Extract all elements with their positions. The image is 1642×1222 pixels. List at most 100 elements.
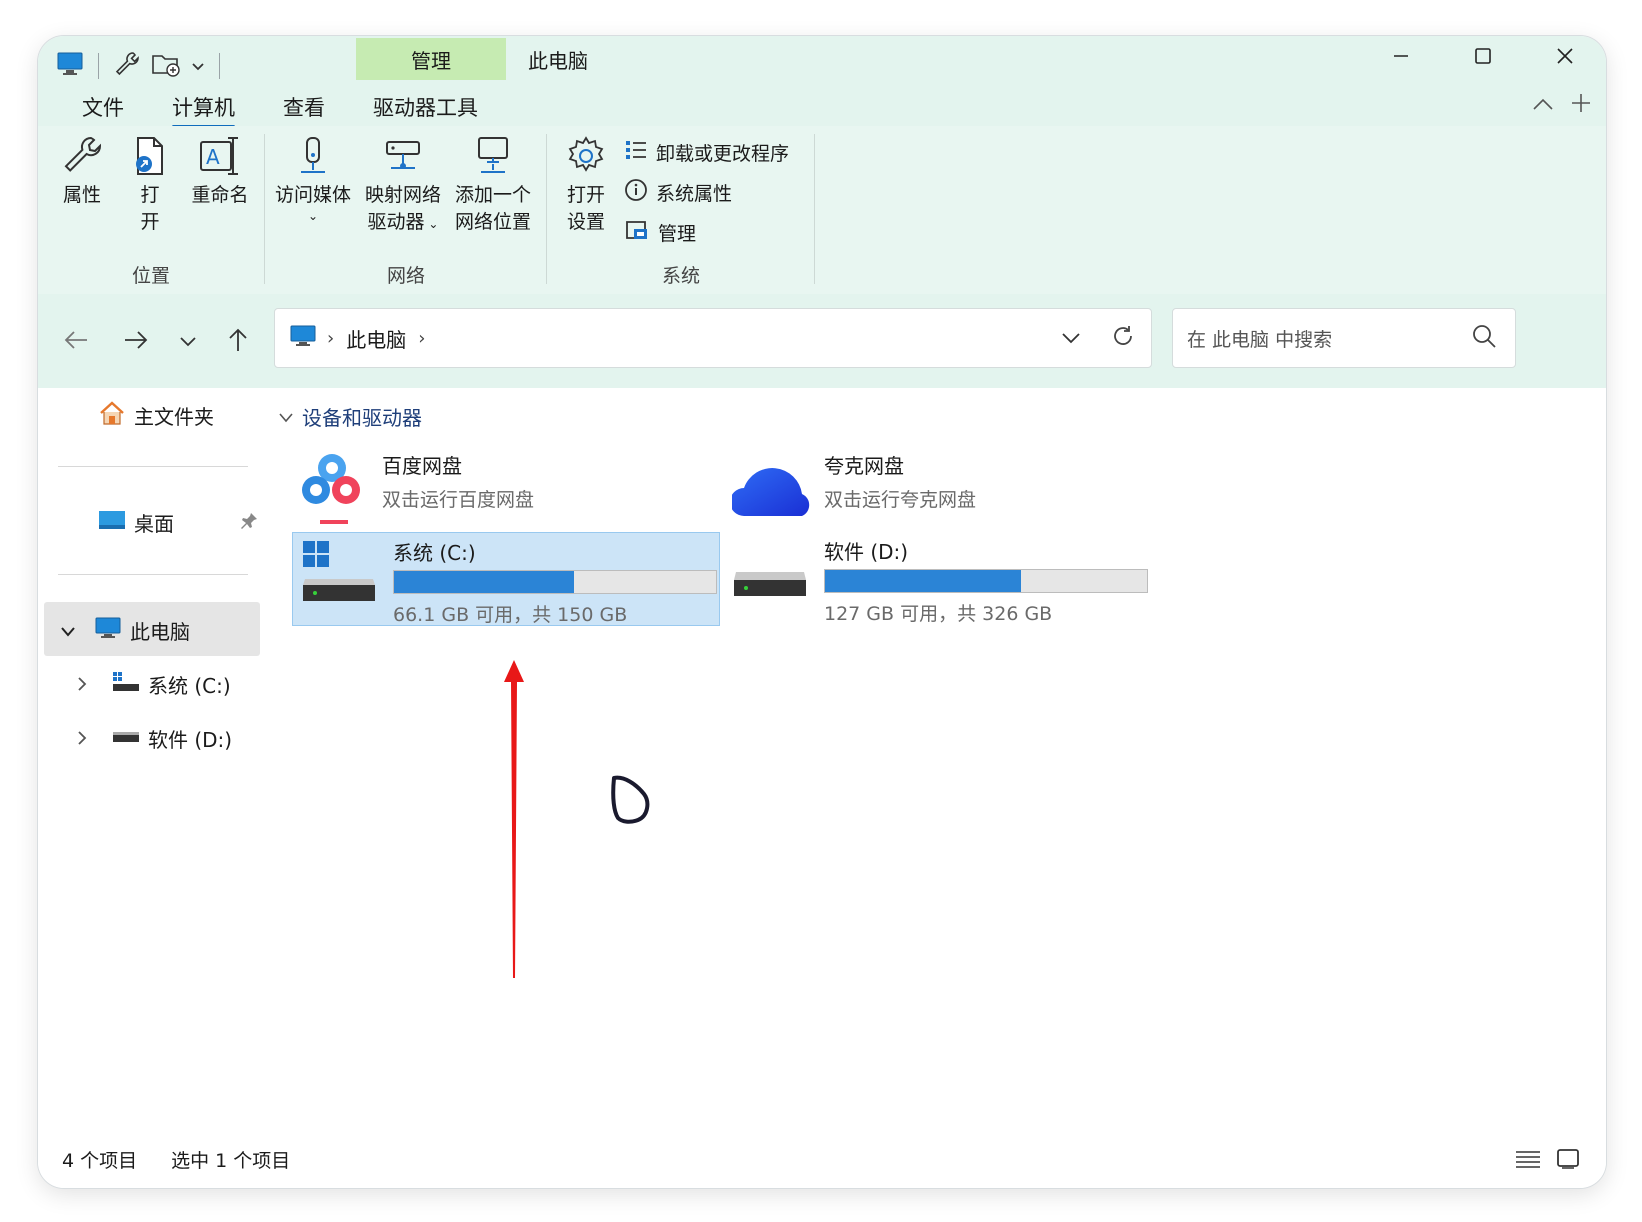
media-device-icon <box>270 134 356 178</box>
search-input[interactable]: 在 此电脑 中搜索 <box>1187 325 1471 352</box>
rename-button[interactable]: A 重命名 <box>184 134 256 209</box>
rename-icon: A <box>184 134 256 178</box>
this-pc-icon <box>94 616 122 645</box>
properties-button[interactable]: 属性 <box>52 134 112 209</box>
maximize-button[interactable] <box>1442 36 1524 76</box>
context-tab-manage[interactable]: 管理 <box>356 38 506 80</box>
address-history-chevron-icon[interactable] <box>1061 329 1081 348</box>
sidebar-item-this-pc[interactable]: 此电脑 <box>60 616 190 645</box>
title-and-ribbon-area: 管理 此电脑 文件 计算机 查看 驱动器工具 属性 打 开 A 重命名 位置 访… <box>38 36 1606 406</box>
section-header-devices[interactable]: 设备和驱动器 <box>278 402 422 431</box>
selection-count: 选中 1 个项目 <box>171 1150 291 1172</box>
ribbon-tab-controls <box>1532 92 1592 118</box>
manage-button[interactable]: 管理 <box>624 218 696 247</box>
drive-usage-bar <box>824 569 1148 593</box>
item-name: 软件 (D:) <box>824 540 909 564</box>
navigation-bar: › 此电脑 › 在 此电脑 中搜索 <box>38 294 1606 388</box>
info-icon <box>624 178 648 207</box>
this-pc-icon <box>289 324 317 352</box>
annotation-arrow-icon <box>500 660 528 982</box>
ribbon-divider <box>814 134 815 284</box>
windows-drive-icon <box>293 533 393 625</box>
item-description: 127 GB 可用，共 326 GB <box>824 603 1053 625</box>
tab-drive-tools[interactable]: 驱动器工具 <box>349 88 502 128</box>
item-name: 系统 (C:) <box>393 541 476 565</box>
uninstall-programs-button[interactable]: 卸载或更改程序 <box>624 138 789 167</box>
forward-button[interactable] <box>116 322 156 362</box>
tab-view[interactable]: 查看 <box>259 88 349 128</box>
up-button[interactable] <box>218 322 258 362</box>
wrench-icon <box>52 134 112 178</box>
search-box[interactable]: 在 此电脑 中搜索 <box>1172 308 1516 368</box>
arrow-left-icon <box>63 330 89 354</box>
tab-computer[interactable]: 计算机 <box>148 88 259 128</box>
minimize-button[interactable] <box>1360 36 1442 76</box>
mouse-cursor-icon <box>608 772 656 832</box>
window-controls <box>1360 36 1606 76</box>
chevron-down-icon[interactable] <box>60 619 76 643</box>
close-button[interactable] <box>1524 36 1606 76</box>
window-title: 此电脑 <box>528 49 588 73</box>
file-explorer-window: 管理 此电脑 文件 计算机 查看 驱动器工具 属性 打 开 A 重命名 位置 访… <box>38 36 1606 1188</box>
ribbon-group-location: 属性 打 开 A 重命名 位置 <box>38 126 264 294</box>
arrow-up-icon <box>228 327 248 357</box>
sidebar-item-drive-d[interactable]: 软件 (D:) <box>76 724 232 753</box>
sidebar-item-desktop[interactable]: 桌面 <box>98 508 258 537</box>
breadcrumb-this-pc[interactable]: 此电脑 <box>346 324 406 353</box>
tile-quark-netdisk[interactable]: 夸克网盘 双击运行夸克网盘 <box>730 450 1152 530</box>
open-button[interactable]: 打 开 <box>122 134 178 236</box>
drive-usage-fill <box>825 570 1022 592</box>
sidebar-item-home[interactable]: 主文件夹 <box>98 400 214 431</box>
access-media-button[interactable]: 访问媒体 ⌄ <box>270 134 356 223</box>
svg-text:A: A <box>206 145 220 169</box>
sidebar-item-drive-c[interactable]: 系统 (C:) <box>76 670 231 699</box>
collapse-ribbon-icon[interactable] <box>1532 96 1554 115</box>
chevron-right-icon[interactable] <box>76 727 88 751</box>
map-drive-icon <box>360 134 446 178</box>
item-description: 双击运行夸克网盘 <box>824 489 977 511</box>
ribbon: 属性 打 开 A 重命名 位置 访问媒体 ⌄ 映射网络 驱动器 ⌄ 添加一个 网… <box>38 126 1606 294</box>
desktop-folder-icon <box>98 509 126 536</box>
tile-baidu-netdisk[interactable]: 百度网盘 双击运行百度网盘 <box>296 450 716 530</box>
address-bar[interactable]: › 此电脑 › <box>274 308 1152 368</box>
ribbon-divider <box>264 134 265 284</box>
open-file-icon <box>122 134 178 178</box>
group-label-network: 网络 <box>386 265 425 287</box>
chevron-down-icon <box>278 405 294 429</box>
map-network-drive-button[interactable]: 映射网络 驱动器 ⌄ <box>360 134 446 238</box>
large-icons-view-icon[interactable] <box>1556 1148 1580 1174</box>
ribbon-divider <box>546 134 547 284</box>
item-name: 百度网盘 <box>382 454 462 478</box>
details-view-icon[interactable] <box>1514 1148 1542 1174</box>
drive-icon <box>732 532 824 624</box>
system-properties-button[interactable]: 系统属性 <box>624 178 732 207</box>
chevron-right-icon[interactable] <box>76 673 88 697</box>
tile-drive-c[interactable]: 系统 (C:) 66.1 GB 可用，共 150 GB <box>292 532 720 626</box>
chevron-down-icon <box>179 333 197 352</box>
windows-drive-icon <box>112 671 140 698</box>
ribbon-group-network: 访问媒体 ⌄ 映射网络 驱动器 ⌄ 添加一个 网络位置 网络 <box>266 126 546 294</box>
quark-netdisk-icon <box>730 450 824 530</box>
sidebar-divider <box>58 574 248 575</box>
recent-locations-button[interactable] <box>168 322 208 362</box>
new-folder-icon[interactable] <box>151 50 181 82</box>
qat-customize-chevron-icon[interactable] <box>191 57 205 76</box>
ribbon-group-system: 打开 设置 卸载或更改程序 系统属性 管理 系统 <box>548 126 814 294</box>
properties-icon[interactable] <box>113 50 141 82</box>
breadcrumb-separator-icon: › <box>327 327 335 349</box>
back-button[interactable] <box>56 322 96 362</box>
item-description: 双击运行百度网盘 <box>382 489 535 511</box>
open-settings-button[interactable]: 打开 设置 <box>556 134 616 236</box>
pin-icon[interactable] <box>240 511 258 535</box>
ribbon-tabs: 文件 计算机 查看 驱动器工具 <box>58 88 502 128</box>
add-network-location-button[interactable]: 添加一个 网络位置 <box>448 134 538 236</box>
refresh-icon[interactable] <box>1111 324 1135 352</box>
tile-drive-d[interactable]: 软件 (D:) 127 GB 可用，共 326 GB <box>732 532 1158 625</box>
breadcrumb-separator-icon[interactable]: › <box>418 328 425 349</box>
tab-file[interactable]: 文件 <box>58 88 148 128</box>
baidu-netdisk-icon <box>296 450 382 530</box>
item-description: 66.1 GB 可用，共 150 GB <box>393 604 628 626</box>
item-name: 夸克网盘 <box>824 454 904 478</box>
add-icon[interactable] <box>1570 92 1592 118</box>
search-icon[interactable] <box>1471 323 1497 353</box>
